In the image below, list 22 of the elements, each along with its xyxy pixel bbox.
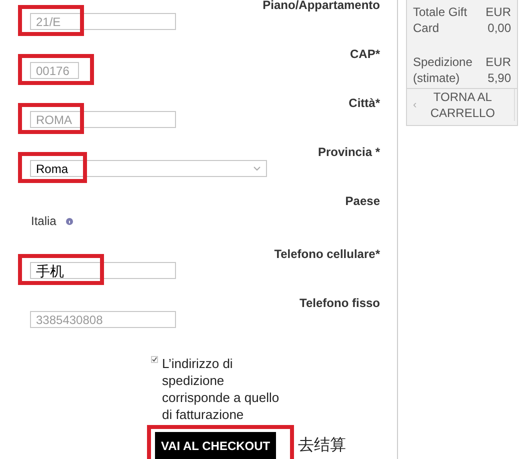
country-value: Italia xyxy=(31,213,56,230)
checkbox-label: L’indirizzo di spedizione corrisponde a quello di fatturazione xyxy=(162,355,280,423)
summary-value: EUR 5,90 xyxy=(484,54,511,86)
annotation-text: 去结算 xyxy=(298,436,346,456)
info-icon xyxy=(66,218,74,224)
input-field[interactable]: 手机 xyxy=(30,262,176,279)
field-label: Telefono fisso xyxy=(300,296,380,310)
field-label: Piano/Appartamento xyxy=(262,0,380,12)
field-label: Telefono cellulare* xyxy=(274,247,380,261)
check-icon xyxy=(152,357,157,362)
field-label: Provincia * xyxy=(318,145,380,159)
summary-value: EUR 0,00 xyxy=(484,4,511,36)
select-field[interactable]: Roma xyxy=(30,160,267,177)
checkbox[interactable] xyxy=(151,356,158,363)
field-label: Città* xyxy=(348,96,380,110)
field-label: Paese xyxy=(345,194,380,208)
chevron-down-icon xyxy=(253,166,261,171)
summary-label: Spedizione (stimate) xyxy=(413,54,473,86)
chevron-left-icon: ‹ xyxy=(413,97,417,113)
checkout-button[interactable]: VAI AL CHECKOUT xyxy=(155,432,276,459)
summary-label: Totale Gift Card xyxy=(413,4,468,36)
field-label: CAP* xyxy=(350,47,380,61)
